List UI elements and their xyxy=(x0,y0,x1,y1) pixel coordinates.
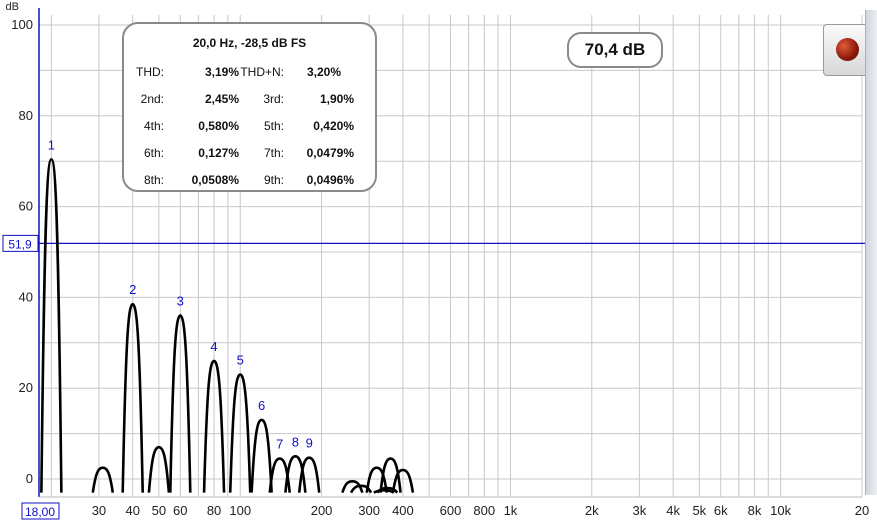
harmonic-label: 3 xyxy=(177,294,184,309)
x-tick-label: 20 xyxy=(855,503,869,518)
harmonic-label: 8 xyxy=(292,434,299,449)
y-axis-label: dB xyxy=(6,1,19,13)
stats-label: 7th: xyxy=(263,146,284,160)
x-tick-label: 600 xyxy=(440,503,462,518)
y-tick-label: 100 xyxy=(11,17,33,32)
x-tick-label: 300 xyxy=(358,503,380,518)
stats-row: 2nd: 2,45% 3rd: 1,90% xyxy=(124,92,375,108)
y-tick-label: 20 xyxy=(19,380,33,395)
stats-label: 2nd: xyxy=(140,92,164,106)
y-tick-label: 60 xyxy=(19,199,33,214)
stats-label: 4th: xyxy=(143,119,164,133)
harmonic-label: 9 xyxy=(306,436,313,451)
x-tick-label: 60 xyxy=(173,503,187,518)
x-tick-label: 3k xyxy=(633,503,647,518)
harmonic-label: 6 xyxy=(258,398,265,413)
y-tick-label: 40 xyxy=(19,289,33,304)
stats-label: 8th: xyxy=(143,173,164,187)
stats-value: 0,0479% xyxy=(306,146,354,160)
stats-row: 4th: 0,580% 5th: 0,420% xyxy=(124,119,375,135)
x-tick-label: 30 xyxy=(92,503,106,518)
x-tick-label: 8k xyxy=(748,503,762,518)
x-tick-label: 80 xyxy=(207,503,221,518)
record-icon xyxy=(836,38,859,61)
y-tick-label: 80 xyxy=(19,108,33,123)
x-tick-label: 10k xyxy=(770,503,791,518)
x-tick-label: 1k xyxy=(504,503,518,518)
stats-label: 3rd: xyxy=(263,92,284,106)
stats-value: 1,90% xyxy=(319,92,354,106)
x-tick-label: 2k xyxy=(585,503,599,518)
stats-row: 6th: 0,127% 7th: 0,0479% xyxy=(124,146,375,162)
harmonic-label: 2 xyxy=(129,282,136,297)
stats-label: THD+N: xyxy=(240,65,284,79)
stats-label: 6th: xyxy=(143,146,164,160)
x-start-label: 18,00 xyxy=(25,505,55,519)
x-tick-label: 40 xyxy=(125,503,139,518)
stats-row: 8th: 0,0508% 9th: 0,0496% xyxy=(124,173,375,189)
harmonic-label: 4 xyxy=(210,339,217,354)
stats-value: 3,20% xyxy=(306,65,341,79)
x-tick-label: 6k xyxy=(714,503,728,518)
stats-label: THD: xyxy=(136,65,164,79)
stats-value: 0,0496% xyxy=(306,173,354,187)
distortion-stats-panel: 20,0 Hz, -28,5 dB FS THD: 3,19% THD+N: 3… xyxy=(122,22,377,192)
stats-label: 5th: xyxy=(263,119,284,133)
x-tick-label: 5k xyxy=(692,503,706,518)
harmonic-label: 7 xyxy=(276,437,283,452)
x-tick-label: 4k xyxy=(666,503,680,518)
reference-label: 51,9 xyxy=(8,237,32,251)
harmonic-label: 1 xyxy=(48,137,55,152)
x-tick-label: 400 xyxy=(392,503,414,518)
harmonic-label: 5 xyxy=(237,353,244,368)
x-tick-label: 200 xyxy=(311,503,333,518)
level-readout: 70,4 dB xyxy=(567,32,663,68)
stats-header: 20,0 Hz, -28,5 dB FS xyxy=(192,36,307,50)
stats-label: 9th: xyxy=(263,173,284,187)
y-tick-label: 0 xyxy=(26,471,33,486)
x-tick-label: 800 xyxy=(473,503,495,518)
window-scrollbar[interactable] xyxy=(865,10,877,495)
record-button[interactable] xyxy=(823,24,871,76)
x-tick-label: 50 xyxy=(152,503,166,518)
stats-row: THD: 3,19% THD+N: 3,20% xyxy=(124,65,375,81)
x-tick-label: 100 xyxy=(229,503,251,518)
stats-value: 0,420% xyxy=(313,119,354,133)
